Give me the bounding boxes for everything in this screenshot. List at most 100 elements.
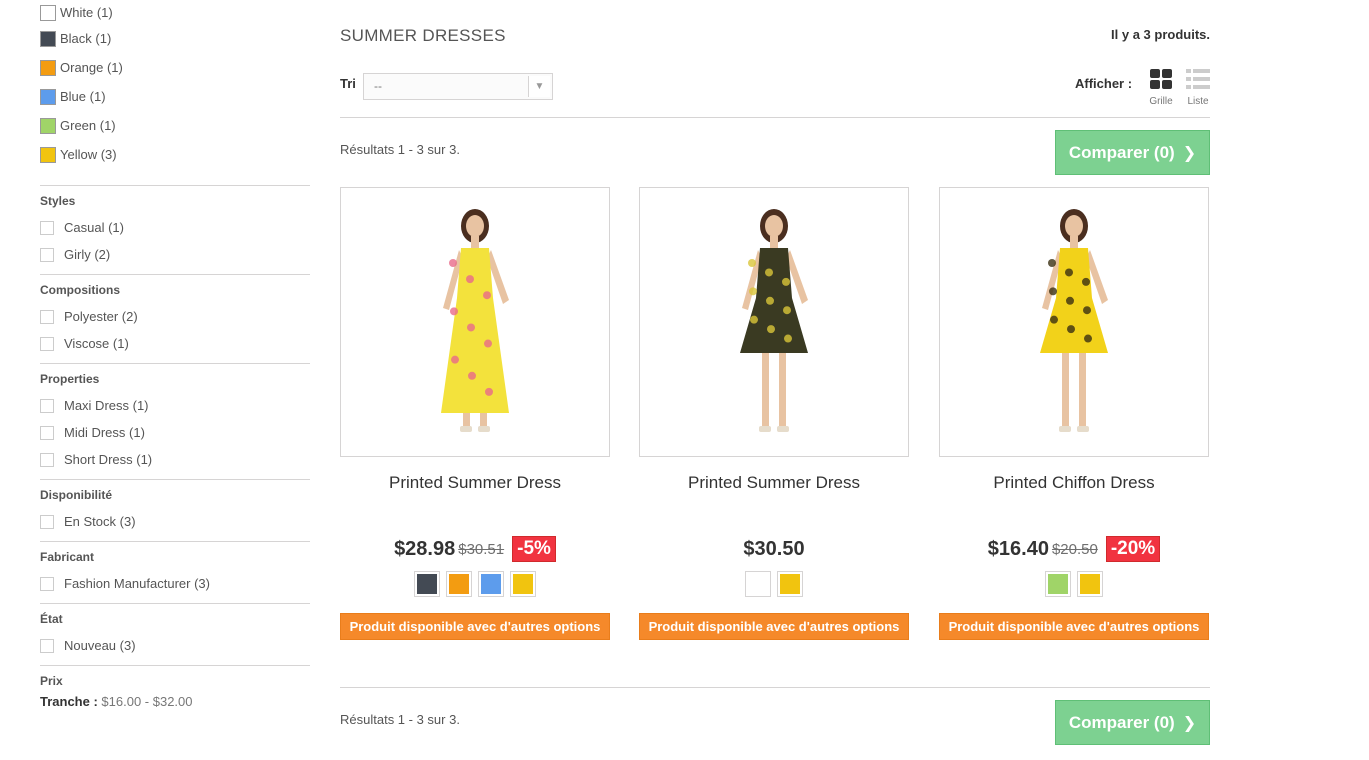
model-photo	[1040, 209, 1108, 432]
color-swatch[interactable]	[510, 571, 536, 597]
compare-button-top[interactable]: Comparer (0) ❯	[1055, 130, 1210, 175]
color-swatch-fill[interactable]	[780, 574, 800, 594]
filter-item-polyester[interactable]: Polyester (2)	[40, 303, 310, 330]
sort-select-value[interactable]: --	[374, 79, 382, 93]
options-available-button[interactable]: Produit disponible avec d'autres options	[340, 613, 610, 640]
color-swatch-fill[interactable]	[513, 574, 533, 594]
color-swatch-green[interactable]	[40, 117, 56, 134]
color-filter-blue[interactable]: Blue (1)	[40, 82, 310, 111]
page-title: SUMMER DRESSES	[340, 26, 506, 45]
color-swatch-fill[interactable]	[417, 574, 437, 594]
filter-item-label[interactable]: Fashion Manufacturer (3)	[64, 576, 210, 591]
color-filter-yellow[interactable]: Yellow (3)	[40, 140, 310, 169]
grid-icon[interactable]	[1149, 69, 1173, 89]
chevron-down-icon[interactable]: ▼	[528, 76, 550, 97]
filter-item-girly[interactable]: Girly (2)	[40, 241, 310, 268]
color-swatch[interactable]	[414, 571, 440, 597]
color-swatch-white[interactable]	[40, 5, 56, 21]
color-swatch[interactable]	[446, 571, 472, 597]
filter-item-in-stock[interactable]: En Stock (3)	[40, 508, 310, 535]
checkbox[interactable]	[40, 336, 54, 351]
color-label[interactable]: Blue (1)	[60, 89, 106, 104]
color-label[interactable]: Green (1)	[60, 118, 116, 133]
filter-group-properties: Properties Maxi Dress (1) Midi Dress (1)…	[40, 363, 310, 473]
color-filter-black[interactable]: Black (1)	[40, 24, 310, 53]
checkbox[interactable]	[40, 452, 54, 467]
filter-item-midi-dress[interactable]: Midi Dress (1)	[40, 419, 310, 446]
product-image[interactable]	[639, 187, 909, 457]
product-name[interactable]: Printed Summer Dress	[340, 473, 610, 495]
divider	[340, 117, 1210, 118]
filter-item-fashion-manufacturer[interactable]: Fashion Manufacturer (3)	[40, 570, 310, 597]
product-name[interactable]: Printed Summer Dress	[639, 473, 909, 495]
model-photo	[441, 209, 509, 432]
chevron-right-icon[interactable]: ❯	[1183, 713, 1196, 733]
filter-item-maxi-dress[interactable]: Maxi Dress (1)	[40, 392, 310, 419]
color-filter-white[interactable]: White (1)	[40, 0, 310, 24]
checkbox[interactable]	[40, 425, 54, 440]
color-swatch-fill[interactable]	[748, 574, 768, 594]
checkbox[interactable]	[40, 514, 54, 529]
product-card: Printed Chiffon Dress $16.40 $20.50 -20%…	[939, 187, 1209, 640]
color-swatch[interactable]	[1077, 571, 1103, 597]
checkbox[interactable]	[40, 220, 54, 235]
filter-item-casual[interactable]: Casual (1)	[40, 214, 310, 241]
view-list-button[interactable]: Liste	[1185, 69, 1211, 107]
filter-item-label[interactable]: Midi Dress (1)	[64, 425, 145, 440]
color-swatch-fill[interactable]	[1048, 574, 1068, 594]
compare-button-label[interactable]: Comparer (0)	[1069, 143, 1175, 163]
filter-item-label[interactable]: Short Dress (1)	[64, 452, 152, 467]
checkbox[interactable]	[40, 576, 54, 591]
options-available-button[interactable]: Produit disponible avec d'autres options	[639, 613, 909, 640]
filter-item-label[interactable]: Girly (2)	[64, 247, 110, 262]
color-swatch[interactable]	[1045, 571, 1071, 597]
color-swatch[interactable]	[745, 571, 771, 597]
discount-badge: -20%	[1105, 536, 1161, 562]
color-label[interactable]: Yellow (3)	[60, 147, 117, 162]
color-label[interactable]: White (1)	[60, 5, 113, 20]
results-summary-bottom: Résultats 1 - 3 sur 3.	[340, 712, 460, 727]
filter-item-label[interactable]: Maxi Dress (1)	[64, 398, 149, 413]
filter-item-label[interactable]: Nouveau (3)	[64, 638, 136, 653]
compare-button-label[interactable]: Comparer (0)	[1069, 713, 1175, 733]
old-price: $20.50	[1051, 540, 1098, 558]
color-filter-orange[interactable]: Orange (1)	[40, 53, 310, 82]
color-label[interactable]: Black (1)	[60, 31, 111, 46]
color-swatch-fill[interactable]	[1080, 574, 1100, 594]
filter-item-label[interactable]: Casual (1)	[64, 220, 124, 235]
color-swatch-blue[interactable]	[40, 88, 56, 105]
checkbox[interactable]	[40, 398, 54, 413]
filter-group-title: Properties	[40, 372, 100, 386]
checkbox[interactable]	[40, 247, 54, 262]
view-grid-label[interactable]: Grille	[1148, 96, 1174, 107]
color-swatch[interactable]	[478, 571, 504, 597]
color-swatch-orange[interactable]	[40, 59, 56, 76]
filter-item-viscose[interactable]: Viscose (1)	[40, 330, 310, 357]
product-image[interactable]	[340, 187, 610, 457]
filter-group-styles: Styles Casual (1) Girly (2)	[40, 185, 310, 268]
chevron-right-icon[interactable]: ❯	[1183, 143, 1196, 163]
filter-group-title: Prix	[40, 674, 63, 688]
color-swatch-black[interactable]	[40, 30, 56, 47]
product-image[interactable]	[939, 187, 1209, 457]
color-swatch-fill[interactable]	[481, 574, 501, 594]
checkbox[interactable]	[40, 638, 54, 653]
compare-button-bottom[interactable]: Comparer (0) ❯	[1055, 700, 1210, 745]
product-name[interactable]: Printed Chiffon Dress	[939, 473, 1209, 495]
filter-item-label[interactable]: Polyester (2)	[64, 309, 138, 324]
color-label[interactable]: Orange (1)	[60, 60, 123, 75]
checkbox[interactable]	[40, 309, 54, 324]
color-swatch[interactable]	[777, 571, 803, 597]
color-swatch-fill[interactable]	[449, 574, 469, 594]
color-swatch-yellow[interactable]	[40, 146, 56, 163]
filter-item-short-dress[interactable]: Short Dress (1)	[40, 446, 310, 473]
filter-item-label[interactable]: Viscose (1)	[64, 336, 129, 351]
filter-item-label[interactable]: En Stock (3)	[64, 514, 136, 529]
list-icon[interactable]	[1186, 69, 1210, 89]
sort-select[interactable]: -- ▼	[363, 73, 553, 100]
view-grid-button[interactable]: Grille	[1148, 69, 1174, 107]
view-list-label[interactable]: Liste	[1185, 96, 1211, 107]
filter-item-new[interactable]: Nouveau (3)	[40, 632, 310, 659]
options-available-button[interactable]: Produit disponible avec d'autres options	[939, 613, 1209, 640]
color-filter-green[interactable]: Green (1)	[40, 111, 310, 140]
